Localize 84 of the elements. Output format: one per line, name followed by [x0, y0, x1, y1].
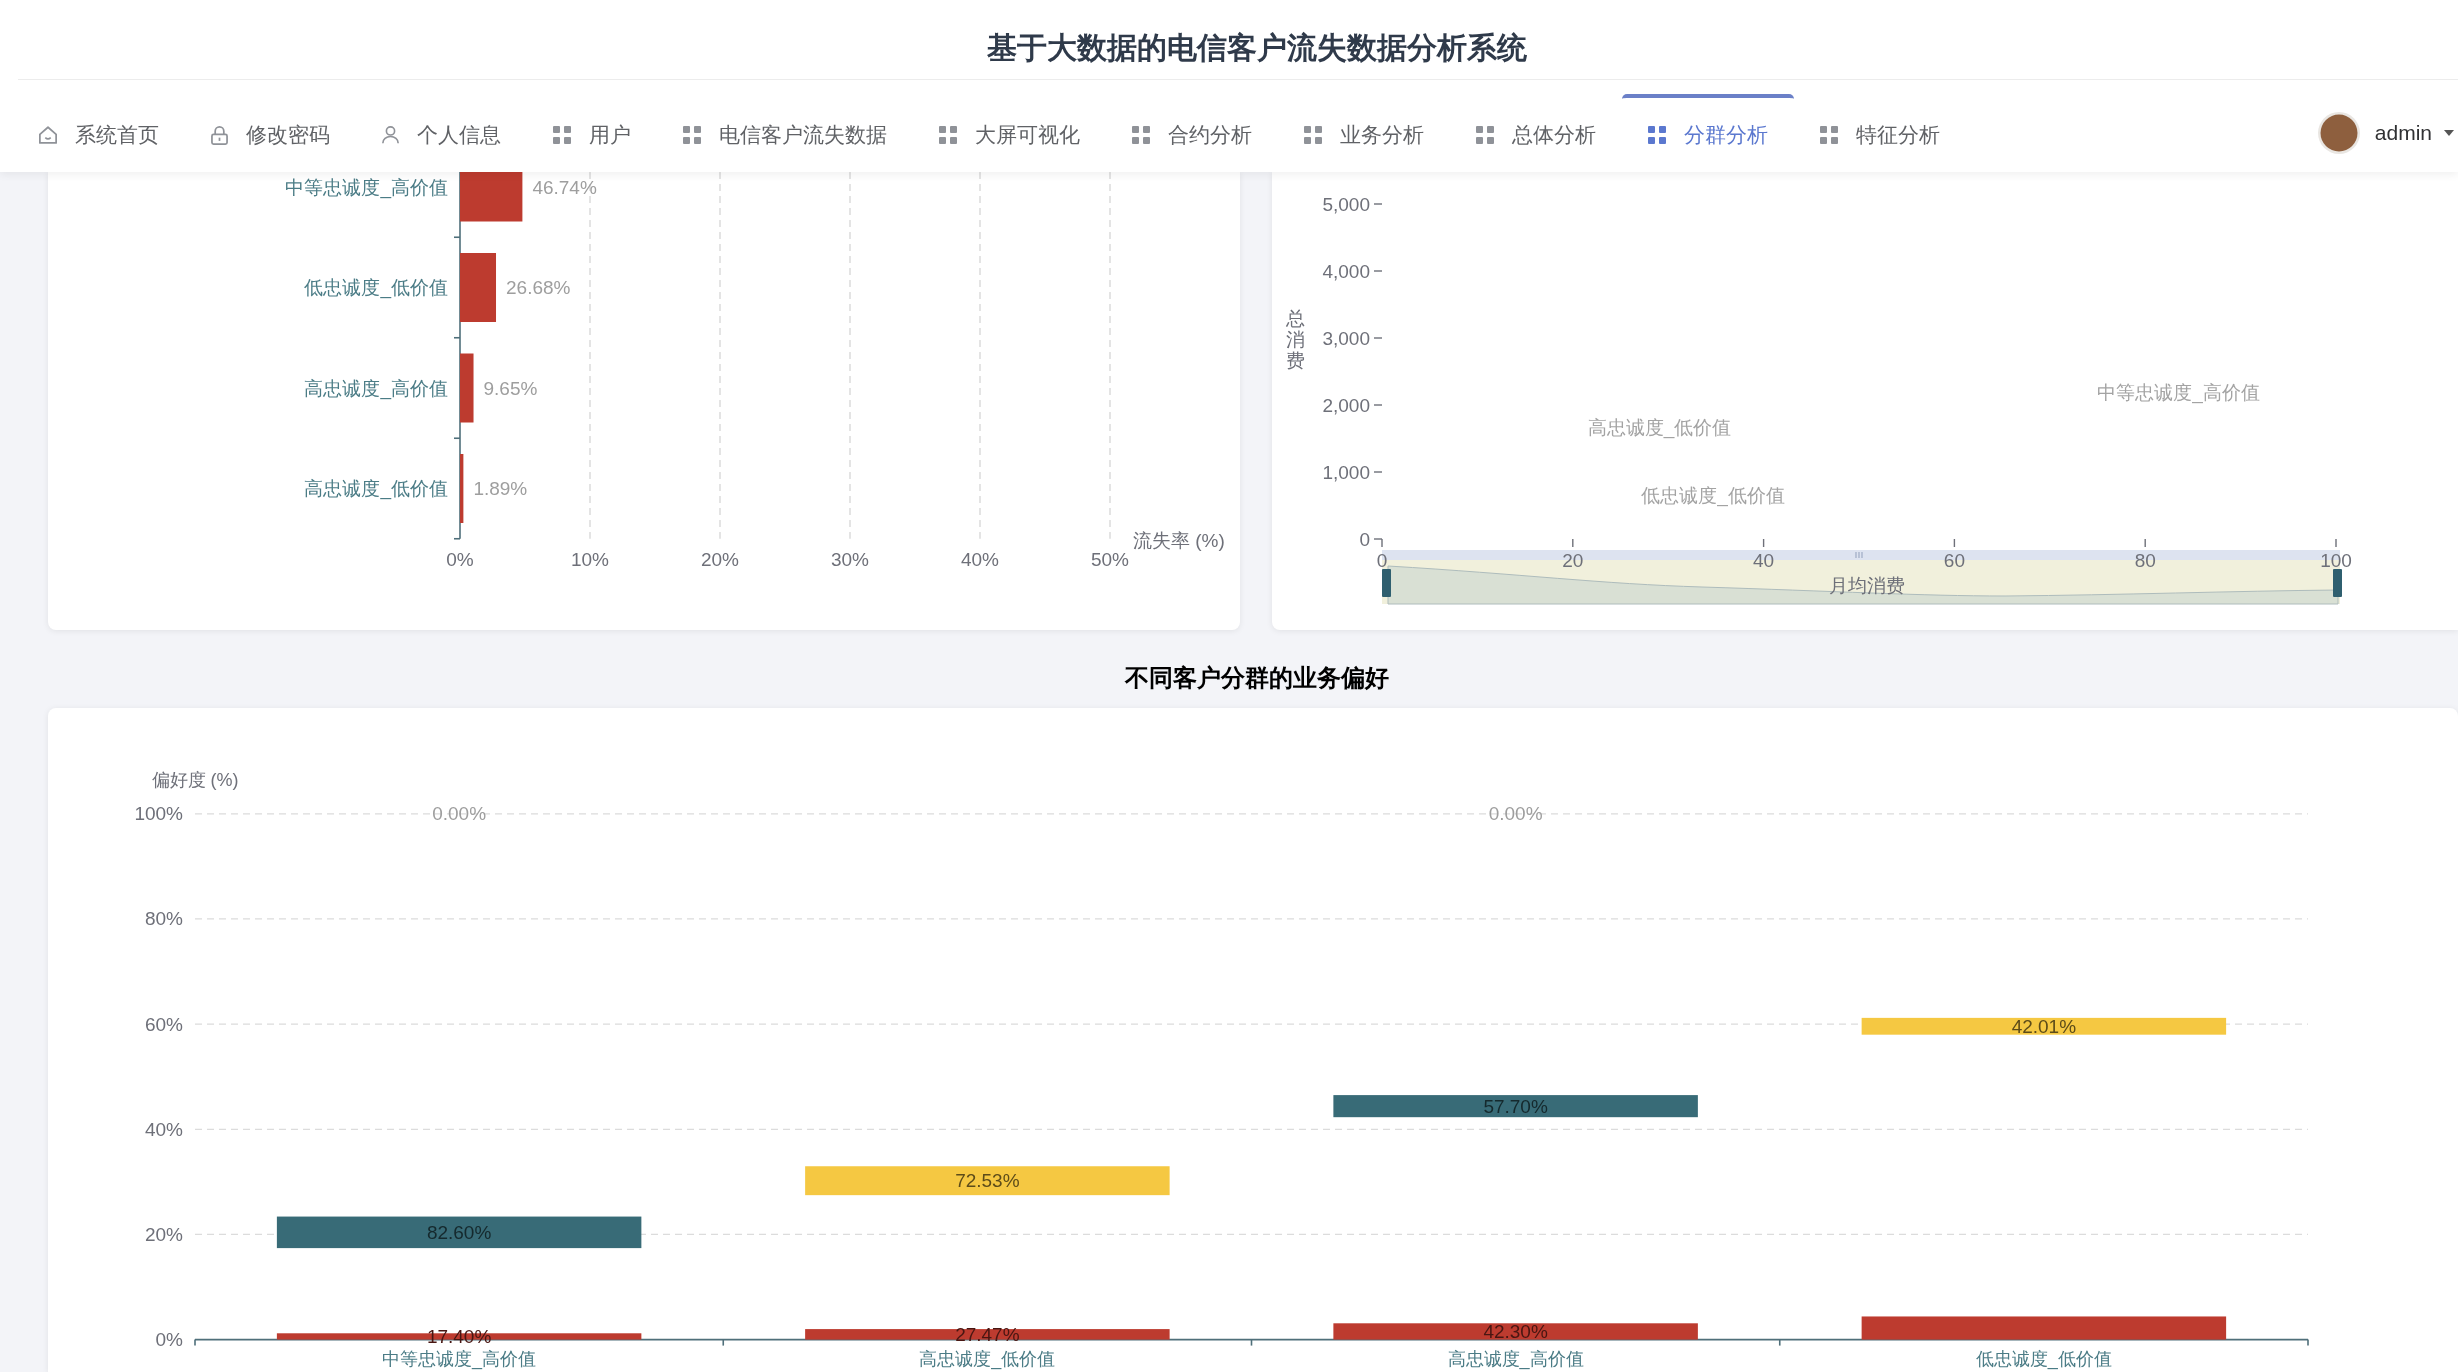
slider-handle[interactable] — [2333, 569, 2342, 597]
bar-value-label: 82.60% — [426, 1221, 492, 1243]
bar-value-label: 26.68% — [506, 277, 571, 298]
nav-tab[interactable]: 系统首页 — [13, 94, 185, 172]
tick-label: 0 — [1359, 528, 1370, 550]
avatar-icon — [2316, 111, 2361, 155]
bar-value-label: 27.47% — [955, 1323, 1020, 1345]
grid-icon — [1820, 126, 1838, 144]
nav-tab[interactable]: 特征分析 — [1794, 94, 1966, 172]
bar — [460, 172, 523, 222]
tick-label: 60 — [1943, 549, 1965, 571]
category-label: 高忠诚度_低价值 — [919, 1349, 1056, 1369]
axis-title: 流失率 (%) — [1133, 529, 1225, 551]
bar-value-label: 42.01% — [2011, 1015, 2077, 1037]
bar — [460, 253, 496, 322]
tick-label: 2,000 — [1322, 394, 1370, 416]
tick-label: 40 — [1753, 549, 1775, 571]
grid-icon — [683, 126, 701, 144]
bar-value-label: 1.89% — [473, 478, 528, 499]
category-label: 低忠诚度_低价值 — [1975, 1349, 2112, 1369]
app-title: 基于大数据的电信客户流失数据分析系统 — [987, 29, 1527, 66]
grid-icon — [1132, 126, 1150, 144]
slider-handle[interactable] — [1382, 569, 1391, 597]
grid-icon — [1648, 126, 1666, 144]
caret-icon — [2444, 130, 2454, 136]
tick-label: 20% — [701, 548, 739, 570]
category-label: 高忠诚度_低价值 — [304, 478, 448, 499]
tick-label: 20 — [1562, 549, 1584, 571]
point-label: 低忠诚度_低价值 — [1641, 485, 1785, 507]
tick-label: 30% — [831, 548, 869, 570]
home-icon — [39, 126, 57, 144]
nav-tab[interactable]: 大屏可视化 — [913, 94, 1106, 172]
tick-label: 4,000 — [1322, 260, 1370, 282]
tick-label: 40% — [961, 548, 999, 570]
tick-label: 60% — [144, 1013, 183, 1035]
nav-tab[interactable]: 修改密码 — [185, 94, 356, 172]
tick-label: 80% — [144, 908, 183, 930]
nav-tab[interactable]: 合约分析 — [1106, 94, 1278, 172]
category-label: 低忠诚度_低价值 — [304, 277, 448, 298]
point-label: 高忠诚度_低价值 — [1587, 417, 1732, 439]
bar-value-label: 0.00% — [432, 803, 487, 825]
tick-label: 5,000 — [1322, 193, 1370, 215]
tick-label: 1,000 — [1322, 461, 1370, 483]
bar-value-label: 9.65% — [483, 377, 538, 399]
bar-value-label: 46.74% — [532, 176, 597, 198]
tick-label: 100 — [2320, 549, 2352, 571]
bar-value-label: 57.70% — [1483, 1095, 1548, 1117]
bar-value-label: 0.00% — [1488, 803, 1543, 825]
tick-label: 50% — [1091, 548, 1129, 570]
grip-icon — [1855, 551, 1863, 559]
category-label: 中等忠诚度_高价值 — [382, 1349, 537, 1369]
bar-value-label: 42.30% — [1483, 1320, 1548, 1342]
point-label: 中等忠诚度_高价值 — [2097, 382, 2260, 404]
tick-label: 10% — [571, 548, 609, 570]
tick-label: 80 — [2134, 549, 2156, 571]
category-label: 高忠诚度_高价值 — [304, 377, 448, 399]
tick-label: 0% — [155, 1329, 183, 1351]
grid-icon — [1304, 126, 1322, 144]
category-label: 高忠诚度_高价值 — [1447, 1349, 1584, 1369]
category-label: 中等忠诚度_高价值 — [285, 176, 448, 198]
tick-label: 100% — [134, 803, 183, 825]
nav-tab[interactable]: 个人信息 — [356, 94, 527, 172]
grid-icon — [553, 126, 571, 144]
person-icon — [382, 126, 399, 144]
grid-icon — [1476, 126, 1494, 144]
tick-label: 3,000 — [1322, 327, 1370, 349]
nav-tab[interactable]: 总体分析 — [1450, 94, 1622, 172]
bar — [460, 454, 464, 523]
nav-tab[interactable]: 业务分析 — [1278, 94, 1450, 172]
tick-label: 0% — [446, 548, 474, 570]
nav-tab[interactable]: 电信客户流失数据 — [657, 94, 913, 172]
axis-title: 总消费 — [1286, 309, 1305, 372]
nav-tab[interactable]: 用户 — [527, 94, 657, 172]
user-menu[interactable]: admin — [2374, 121, 2454, 145]
lock-icon — [211, 125, 228, 145]
tick-label: 20% — [144, 1223, 183, 1245]
axis-title: 偏好度 (%) — [151, 770, 239, 790]
axis-title: 月均消费 — [1829, 574, 1905, 596]
tick-label: 40% — [144, 1118, 183, 1140]
bar — [460, 353, 474, 423]
bar-value-label: 72.53% — [955, 1170, 1020, 1192]
grid-icon — [939, 126, 957, 144]
chart-title: 不同客户分群的业务偏好 — [1125, 663, 1389, 693]
tick-label: 0 — [1376, 549, 1388, 571]
